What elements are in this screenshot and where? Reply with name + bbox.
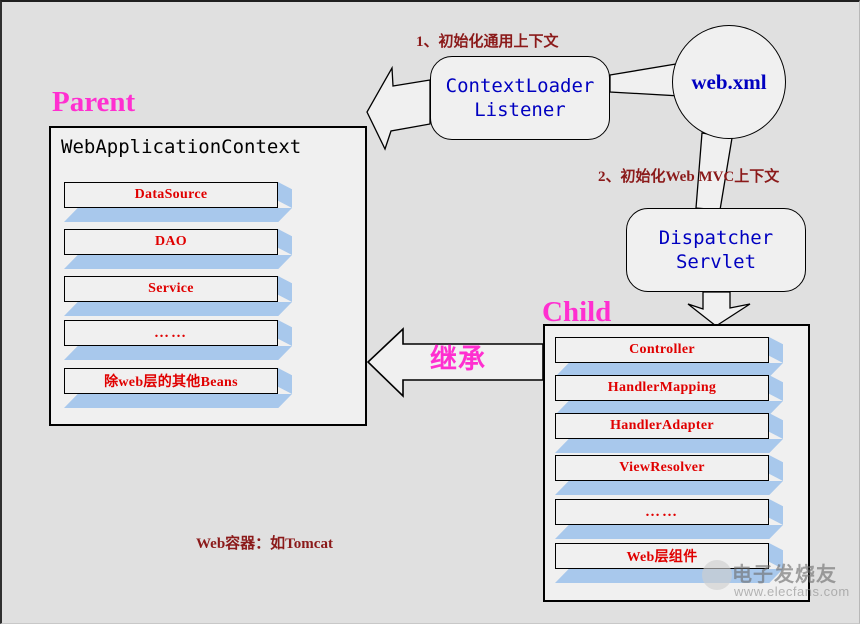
node-context-loader-listener[interactable]: ContextLoader Listener [430,56,610,140]
bean-label: …… [645,503,679,520]
bean-slab-service[interactable]: Service [64,276,292,316]
bean-label: Service [148,281,194,296]
bean-slab-web-components[interactable]: Web层组件 [555,543,783,583]
bean-label: …… [154,324,188,341]
bean-label: 除web层的其他Beans [104,375,238,390]
bean-slab-ellipsis-child[interactable]: …… [555,499,783,539]
bean-slab-other-beans[interactable]: 除web层的其他Beans [64,368,292,408]
annotation-step-1: 1、初始化通用上下文 [416,34,559,50]
bean-label: HandlerMapping [607,380,717,395]
parent-section-title: Parent [52,86,136,118]
arrow-listener-to-parent [366,65,431,151]
annotation-step-2: 2、初始化Web MVC上下文 [598,169,780,185]
bean-slab-controller[interactable]: Controller [555,337,783,377]
arrow-dispatcher-to-child [687,291,751,327]
parent-container-label: WebApplicationContext [61,136,302,158]
connector-webxml-to-listener [609,63,682,97]
diagram-canvas: Parent WebApplicationContext DataSource … [0,0,860,624]
bean-slab-ellipsis-parent[interactable]: …… [64,320,292,360]
node-dispatcher-servlet[interactable]: Dispatcher Servlet [626,208,806,292]
bean-slab-handlermapping[interactable]: HandlerMapping [555,375,783,415]
bean-label: DataSource [134,187,208,202]
bean-label: DAO [154,234,187,249]
bean-slab-datasource[interactable]: DataSource [64,182,292,222]
bean-label: ViewResolver [619,460,705,475]
bean-slab-handleradapter[interactable]: HandlerAdapter [555,413,783,453]
annotation-web-container: Web容器：如Tomcat [196,536,333,552]
bean-label: HandlerAdapter [610,418,714,433]
bean-label: Controller [629,342,695,357]
bean-slab-dao[interactable]: DAO [64,229,292,269]
bean-slab-viewresolver[interactable]: ViewResolver [555,455,783,495]
node-web-xml[interactable]: web.xml [672,25,786,139]
bean-label: Web层组件 [626,550,698,565]
annotation-inherit: 继承 [430,344,486,374]
